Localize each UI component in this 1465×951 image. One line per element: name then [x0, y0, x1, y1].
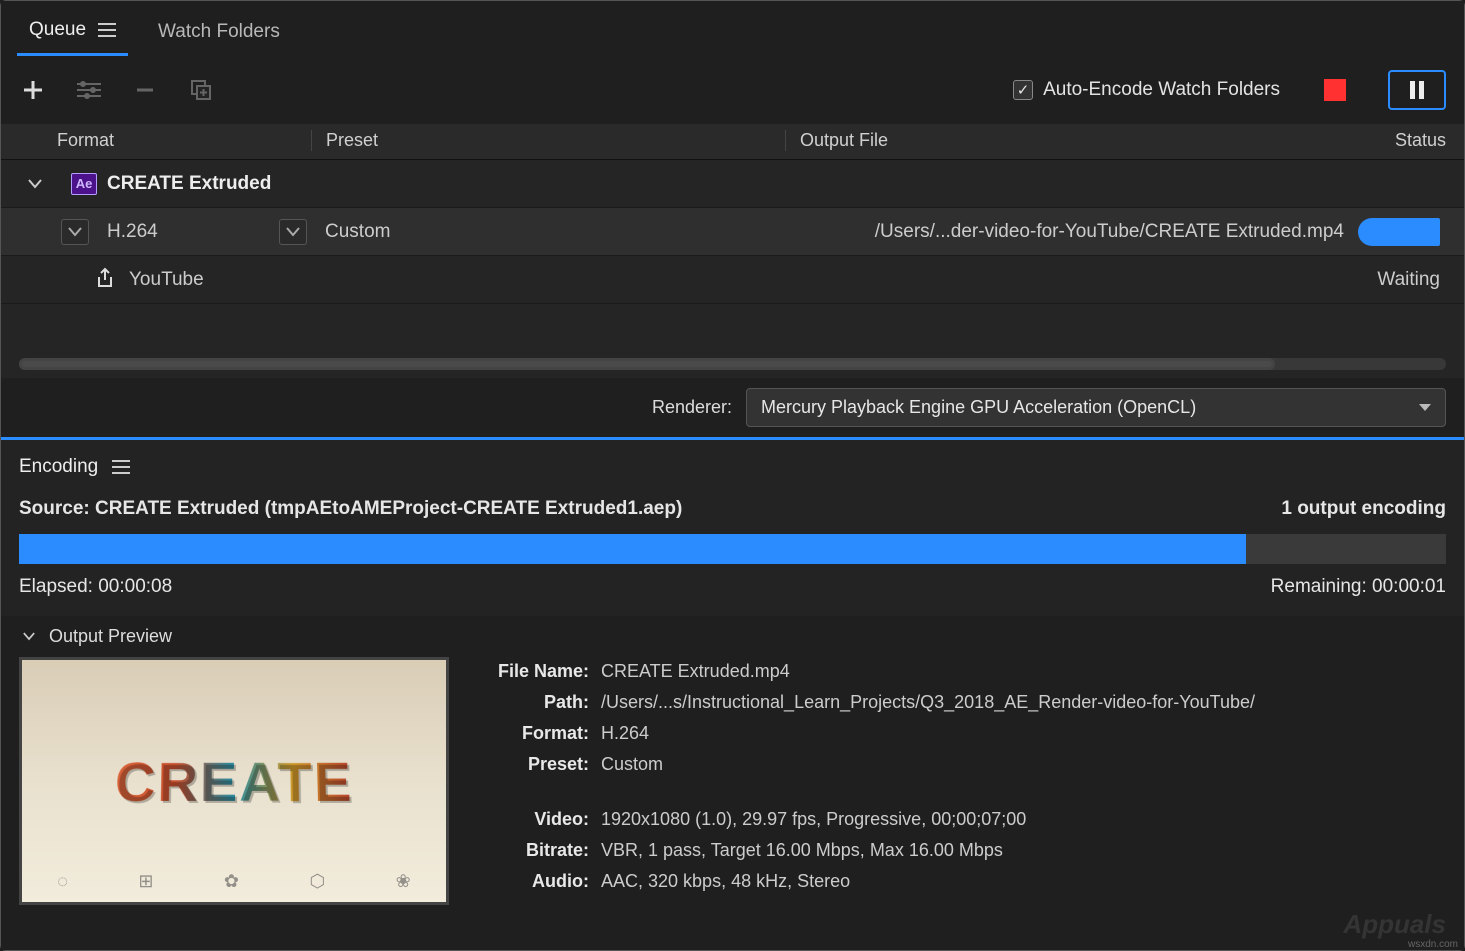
column-status[interactable]: Status [1356, 130, 1446, 151]
meta-preset: Preset: Custom [479, 754, 1446, 775]
queue-toolbar: ✓ Auto-Encode Watch Folders [1, 56, 1464, 124]
chevron-down-icon [1419, 404, 1431, 411]
settings-sliders-icon[interactable] [75, 76, 103, 104]
meta-audio: Audio: AAC, 320 kbps, 48 kHz, Stereo [479, 871, 1446, 892]
thumbnail-decor: ◌⊞✿⬡❀ [22, 871, 446, 892]
column-preset[interactable]: Preset [311, 130, 785, 151]
output-preset-value: Custom [325, 221, 390, 243]
output-file-path[interactable]: /Users/...der-video-for-YouTube/CREATE E… [875, 221, 1344, 243]
tab-watch-folders[interactable]: Watch Folders [146, 11, 292, 55]
queue-output-row[interactable]: H.264 Custom /Users/...der-video-for-You… [1, 208, 1464, 256]
preset-dropdown[interactable] [279, 219, 307, 245]
publish-destination: YouTube [129, 269, 204, 291]
horizontal-scrollbar[interactable] [19, 358, 1446, 370]
output-format-value: H.264 [107, 221, 158, 243]
output-preview-title: Output Preview [49, 626, 172, 647]
queue-body: Ae CREATE Extruded H.264 Custom /Users/.… [1, 160, 1464, 378]
renderer-select[interactable]: Mercury Playback Engine GPU Acceleration… [746, 388, 1446, 427]
share-icon [95, 266, 115, 294]
watermark-text: Appuals [1343, 909, 1446, 940]
hamburger-icon[interactable] [98, 23, 116, 37]
tab-watch-folders-label: Watch Folders [158, 21, 280, 43]
checkmark-icon: ✓ [1013, 80, 1033, 100]
encoding-progress-fill [19, 534, 1246, 564]
renderer-label: Renderer: [652, 397, 732, 418]
queue-group-title: CREATE Extruded [107, 173, 271, 195]
pause-button[interactable] [1388, 70, 1446, 110]
pause-icon [1410, 81, 1424, 99]
meta-bitrate: Bitrate: VBR, 1 pass, Target 16.00 Mbps,… [479, 840, 1446, 861]
meta-path: Path: /Users/...s/Instructional_Learn_Pr… [479, 692, 1446, 713]
output-preview-panel: Output Preview CREATE ◌⊞✿⬡❀ File Name: C… [1, 616, 1464, 950]
column-output[interactable]: Output File [785, 130, 1356, 151]
format-dropdown[interactable] [61, 219, 89, 245]
stop-button[interactable] [1324, 79, 1346, 101]
add-button[interactable] [19, 76, 47, 104]
queue-group-row[interactable]: Ae CREATE Extruded [1, 160, 1464, 208]
encoding-source: Source: CREATE Extruded (tmpAEtoAMEProje… [19, 498, 682, 520]
chevron-down-icon[interactable] [19, 627, 39, 647]
auto-encode-checkbox[interactable]: ✓ Auto-Encode Watch Folders [1013, 79, 1280, 101]
auto-encode-label: Auto-Encode Watch Folders [1043, 79, 1280, 101]
elapsed-time: Elapsed: 00:00:08 [19, 576, 172, 598]
scrollbar-thumb[interactable] [19, 358, 1275, 370]
remove-button[interactable] [131, 76, 159, 104]
ae-app-icon: Ae [71, 173, 97, 195]
publish-status: Waiting [1377, 269, 1440, 291]
encoding-progress [19, 534, 1446, 564]
encoding-output-count: 1 output encoding [1281, 498, 1446, 520]
renderer-row: Renderer: Mercury Playback Engine GPU Ac… [1, 378, 1464, 437]
output-meta: File Name: CREATE Extruded.mp4 Path: /Us… [479, 657, 1446, 905]
duplicate-button[interactable] [187, 76, 215, 104]
column-format[interactable]: Format [57, 130, 311, 151]
chevron-down-icon[interactable] [25, 174, 45, 194]
encoding-panel: Encoding Source: CREATE Extruded (tmpAEt… [1, 440, 1464, 616]
renderer-selected: Mercury Playback Engine GPU Acceleration… [761, 397, 1196, 418]
encoding-title: Encoding [19, 456, 98, 478]
meta-format: Format: H.264 [479, 723, 1446, 744]
panel-tabs: Queue Watch Folders [1, 1, 1464, 56]
tab-queue-label: Queue [29, 19, 86, 41]
meta-video: Video: 1920x1080 (1.0), 29.97 fps, Progr… [479, 809, 1446, 830]
meta-file-name: File Name: CREATE Extruded.mp4 [479, 661, 1446, 682]
queue-publish-row[interactable]: YouTube Waiting [1, 256, 1464, 304]
hamburger-icon[interactable] [112, 460, 130, 474]
credit-text: wsxdn.com [1408, 939, 1458, 950]
tab-queue[interactable]: Queue [17, 9, 128, 56]
status-progress-pill [1358, 218, 1440, 246]
queue-columns: Format Preset Output File Status [1, 124, 1464, 160]
output-preview-thumbnail: CREATE ◌⊞✿⬡❀ [19, 657, 449, 905]
thumbnail-text: CREATE [114, 749, 354, 813]
remaining-time: Remaining: 00:00:01 [1271, 576, 1446, 598]
